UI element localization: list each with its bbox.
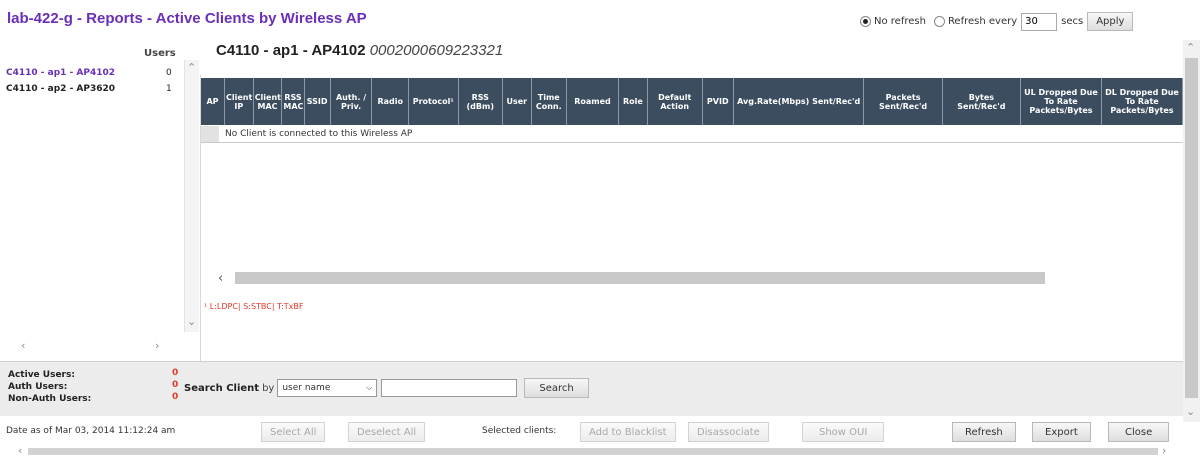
scrollbar-thumb[interactable] — [1185, 58, 1198, 398]
report-date: Date as of Mar 03, 2014 11:12:24 am — [6, 426, 176, 436]
users-column-header: Users — [144, 48, 176, 59]
table-horizontal-scrollbar[interactable]: ‹ — [218, 270, 1183, 286]
search-field-select[interactable]: user name ⌵ — [277, 379, 378, 397]
scroll-right-arrow-icon[interactable]: › — [155, 340, 159, 351]
refresh-controls: No refresh Refresh every secs Apply — [860, 12, 1134, 31]
no-refresh-radio[interactable] — [860, 16, 871, 27]
scroll-up-arrow-icon[interactable]: ⌃ — [1186, 42, 1195, 53]
ap-name: C4110 - ap1 - AP4102 — [216, 42, 366, 59]
refresh-interval-input[interactable] — [1021, 12, 1058, 31]
search-field-value: user name — [282, 383, 331, 393]
column-header[interactable]: Client MAC — [253, 78, 283, 125]
active-users-label: Active Users: — [8, 370, 75, 380]
column-header[interactable]: Avg.Rate(Mbps) Sent/Rec'd — [733, 78, 865, 125]
search-client-label: Search Client — [184, 382, 260, 394]
secs-label: secs — [1061, 16, 1084, 27]
protocol-legend: ¹ L:LDPC| S:STBC| T:TxBF — [204, 302, 304, 311]
scroll-up-arrow-icon[interactable]: ⌃ — [187, 62, 196, 73]
column-header[interactable]: Time Conn. — [531, 78, 567, 125]
selected-clients-label: Selected clients: — [482, 426, 557, 436]
scrollbar-thumb[interactable] — [28, 448, 1158, 455]
empty-table-row: No Client is connected to this Wireless … — [201, 126, 1183, 143]
column-header[interactable]: Default Action — [647, 78, 703, 125]
ap-list-item[interactable]: C4110 - ap2 - AP3620 — [6, 84, 115, 94]
ap-serial: 0002000609223321 — [369, 42, 504, 59]
ap-list-vertical-scrollbar[interactable]: ⌃ ⌄ — [184, 60, 199, 332]
deselect-all-button[interactable]: Deselect All — [348, 422, 426, 442]
select-all-button[interactable]: Select All — [261, 422, 326, 442]
show-oui-button[interactable]: Show OUI — [802, 422, 885, 442]
no-refresh-label: No refresh — [874, 16, 926, 27]
non-auth-users-label: Non-Auth Users: — [8, 394, 92, 404]
column-header[interactable]: Role — [618, 78, 648, 125]
scroll-left-arrow-icon[interactable]: ‹ — [21, 340, 25, 351]
page-horizontal-scrollbar[interactable]: ‹ › — [12, 445, 1183, 457]
scroll-left-arrow-icon[interactable]: ‹ — [218, 272, 223, 285]
refresh-every-label: Refresh every — [947, 16, 1018, 27]
search-by-label: by — [262, 382, 275, 394]
search-input[interactable] — [381, 379, 518, 397]
column-header[interactable]: Auth. / Priv. — [330, 78, 373, 125]
column-header[interactable]: Protocol¹ — [408, 78, 459, 125]
column-header[interactable]: User — [502, 78, 532, 125]
disassociate-button[interactable]: Disassociate — [688, 422, 769, 442]
column-header[interactable]: SSID — [304, 78, 331, 125]
column-header[interactable]: RSS MAC — [281, 78, 305, 125]
column-header[interactable]: Roamed — [566, 78, 620, 125]
ap-list-item[interactable]: C4110 - ap1 - AP4102 — [6, 68, 115, 78]
export-button[interactable]: Export — [1032, 422, 1091, 442]
ap-user-count: 0 — [166, 68, 172, 78]
ap-list-horizontal-scrollbar[interactable]: ‹ › — [5, 340, 195, 354]
refresh-every-radio[interactable] — [933, 16, 945, 27]
scroll-right-arrow-icon[interactable]: › — [1162, 445, 1166, 456]
scroll-left-arrow-icon[interactable]: ‹ — [18, 445, 22, 456]
column-header[interactable]: DL Dropped Due To Rate Packets/Bytes — [1101, 78, 1184, 125]
auth-users-value: 0 — [172, 380, 179, 390]
clients-table: AP Client IP Client MAC RSS MAC SSID Aut… — [201, 78, 1184, 125]
column-header[interactable]: AP — [201, 78, 225, 125]
ap-list-panel: Users C4110 - ap1 - AP4102 0 C4110 - ap2… — [0, 40, 200, 360]
scrollbar-thumb[interactable] — [235, 272, 1046, 284]
auth-users-label: Auth Users: — [8, 382, 68, 392]
page-title: lab-422-g - Reports - Active Clients by … — [7, 10, 367, 27]
column-header[interactable]: PVID — [702, 78, 734, 125]
scroll-down-arrow-icon[interactable]: ⌄ — [1186, 406, 1195, 417]
apply-button[interactable]: Apply — [1087, 12, 1134, 31]
dropdown-arrow-icon: ⌵ — [366, 383, 373, 392]
column-header[interactable]: Packets Sent/Rec'd — [863, 78, 943, 125]
non-auth-users-value: 0 — [172, 392, 179, 402]
close-button[interactable]: Close — [1108, 422, 1170, 442]
column-header[interactable]: RSS (dBm) — [458, 78, 503, 125]
ap-user-count: 1 — [166, 84, 172, 94]
active-users-value: 0 — [172, 368, 179, 378]
stats-search-panel: Active Users: 0 Auth Users: 0 Non-Auth U… — [0, 361, 1183, 416]
add-to-blacklist-button[interactable]: Add to Blacklist — [580, 422, 676, 442]
column-header[interactable]: Client IP — [224, 78, 254, 125]
search-client-row: Search Client by user name ⌵ Search — [184, 378, 589, 398]
column-header[interactable]: Radio — [371, 78, 409, 125]
selected-ap-heading: C4110 - ap1 - AP4102 0002000609223321 — [216, 42, 503, 59]
empty-message: No Client is connected to this Wireless … — [225, 129, 413, 139]
search-button[interactable]: Search — [524, 378, 589, 398]
page-vertical-scrollbar[interactable]: ⌃ ⌄ — [1183, 40, 1200, 422]
row-selector — [201, 126, 219, 142]
column-header[interactable]: UL Dropped Due To Rate Packets/Bytes — [1020, 78, 1102, 125]
footer-bar: Date as of Mar 03, 2014 11:12:24 am Sele… — [0, 419, 1183, 445]
scroll-down-arrow-icon[interactable]: ⌄ — [187, 316, 196, 327]
column-header[interactable]: Bytes Sent/Rec'd — [942, 78, 1022, 125]
refresh-button[interactable]: Refresh — [952, 422, 1016, 442]
